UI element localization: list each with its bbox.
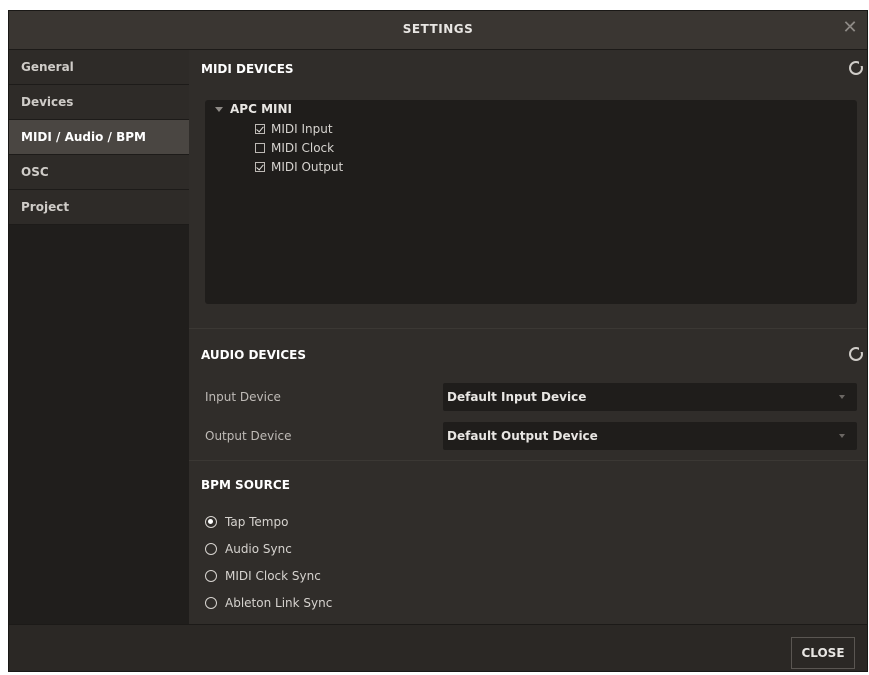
midi-devices-title: MIDI DEVICES xyxy=(201,62,294,76)
bpm-option-ableton-link-sync[interactable]: Ableton Link Sync xyxy=(205,596,332,610)
midi-clock-sync-radio[interactable] xyxy=(205,570,217,582)
midi-output-option[interactable]: MIDI Output xyxy=(255,160,343,174)
midi-input-option[interactable]: MIDI Input xyxy=(255,122,333,136)
midi-input-label: MIDI Input xyxy=(271,122,333,136)
midi-clock-option[interactable]: MIDI Clock xyxy=(255,141,334,155)
output-device-label: Output Device xyxy=(205,429,292,443)
bpm-option-audio-sync[interactable]: Audio Sync xyxy=(205,542,292,556)
section-divider xyxy=(189,460,867,461)
ableton-link-sync-label: Ableton Link Sync xyxy=(225,596,333,610)
close-button[interactable]: CLOSE xyxy=(791,637,855,669)
dialog-footer: CLOSE xyxy=(9,624,867,671)
settings-window: SETTINGS ✕ General Devices MIDI / Audio … xyxy=(8,10,868,672)
midi-clock-label: MIDI Clock xyxy=(271,141,335,155)
audio-sync-label: Audio Sync xyxy=(225,542,292,556)
title-bar: SETTINGS ✕ xyxy=(9,11,867,50)
midi-output-label: MIDI Output xyxy=(271,160,344,174)
section-divider xyxy=(189,328,867,329)
midi-clock-sync-label: MIDI Clock Sync xyxy=(225,569,321,583)
midi-output-checkbox[interactable] xyxy=(255,162,265,172)
midi-input-checkbox[interactable] xyxy=(255,124,265,134)
midi-device-tree: APC MINI MIDI Input MIDI Clock MIDI Outp… xyxy=(205,100,857,304)
chevron-down-icon[interactable] xyxy=(215,107,223,112)
input-device-value: Default Input Device xyxy=(447,390,587,404)
settings-content: MIDI DEVICES APC MINI MIDI Input MIDI Cl… xyxy=(189,50,867,625)
sidebar-item-midi-audio-bpm[interactable]: MIDI / Audio / BPM xyxy=(9,120,189,155)
settings-sidebar: General Devices MIDI / Audio / BPM OSC P… xyxy=(9,50,189,625)
sidebar-item-project[interactable]: Project xyxy=(9,190,189,225)
sidebar-item-osc[interactable]: OSC xyxy=(9,155,189,190)
bpm-option-tap-tempo[interactable]: Tap Tempo xyxy=(205,515,288,529)
midi-clock-checkbox[interactable] xyxy=(255,143,265,153)
window-title: SETTINGS xyxy=(402,22,474,36)
midi-device-apc-mini[interactable]: APC MINI xyxy=(215,102,292,116)
tap-tempo-radio[interactable] xyxy=(205,516,217,528)
chevron-down-icon xyxy=(839,434,845,438)
bpm-option-midi-clock-sync[interactable]: MIDI Clock Sync xyxy=(205,569,321,583)
input-device-select[interactable]: Default Input Device xyxy=(443,383,857,411)
refresh-icon[interactable] xyxy=(849,61,864,75)
midi-device-name: APC MINI xyxy=(230,102,292,116)
close-icon[interactable]: ✕ xyxy=(841,19,859,37)
output-device-select[interactable]: Default Output Device xyxy=(443,422,857,450)
audio-sync-radio[interactable] xyxy=(205,543,217,555)
ableton-link-sync-radio[interactable] xyxy=(205,597,217,609)
sidebar-item-general[interactable]: General xyxy=(9,50,189,85)
tap-tempo-label: Tap Tempo xyxy=(225,515,289,529)
input-device-label: Input Device xyxy=(205,390,281,404)
chevron-down-icon xyxy=(839,395,845,399)
output-device-value: Default Output Device xyxy=(447,429,598,443)
audio-devices-title: AUDIO DEVICES xyxy=(201,348,307,362)
bpm-source-title: BPM SOURCE xyxy=(201,478,290,492)
sidebar-item-devices[interactable]: Devices xyxy=(9,85,189,120)
refresh-icon[interactable] xyxy=(849,347,864,361)
